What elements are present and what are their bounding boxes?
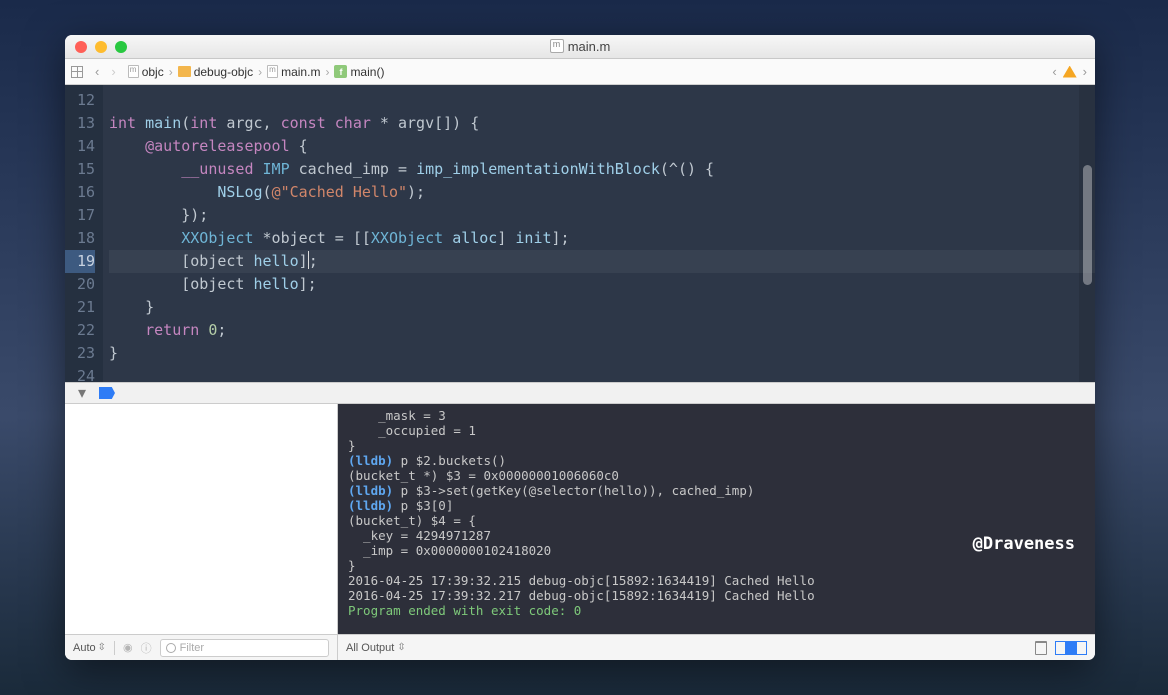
function-icon: f <box>334 65 347 78</box>
auto-selector[interactable]: Auto⇳ <box>73 642 106 654</box>
variables-filter-input[interactable]: Filter <box>160 639 329 657</box>
close-button[interactable] <box>75 41 87 53</box>
traffic-lights <box>75 41 127 53</box>
search-icon <box>166 643 176 653</box>
editor-scrollbar[interactable] <box>1079 85 1095 382</box>
file-icon <box>267 65 278 78</box>
right-pane-button[interactable] <box>1071 641 1087 655</box>
titlebar: main.m <box>65 35 1095 59</box>
warning-icon[interactable] <box>1063 66 1077 78</box>
zoom-button[interactable] <box>115 41 127 53</box>
breakpoints-button[interactable] <box>99 387 115 399</box>
hide-debug-button[interactable]: ▾ <box>75 386 89 400</box>
pane-toggle <box>1055 641 1087 655</box>
window-title: main.m <box>65 39 1095 54</box>
project-icon <box>128 65 139 78</box>
nav-back-button[interactable]: ‹ <box>89 64 105 79</box>
file-icon <box>550 39 564 53</box>
minimize-button[interactable] <box>95 41 107 53</box>
left-pane-button[interactable] <box>1055 641 1071 655</box>
code-editor[interactable]: 12131415161718192021222324 int main(int … <box>65 85 1095 382</box>
breadcrumb[interactable]: objc › debug-objc › main.m › fmain() <box>122 65 391 79</box>
eye-icon[interactable]: ◉ <box>123 641 133 654</box>
watermark: @Draveness <box>973 534 1075 554</box>
code-area[interactable]: int main(int argc, const char * argv[]) … <box>103 85 1095 382</box>
scrollbar-thumb[interactable] <box>1083 165 1092 285</box>
xcode-window: main.m ‹ › objc › debug-objc › main.m › … <box>65 35 1095 660</box>
line-gutter[interactable]: 12131415161718192021222324 <box>65 85 103 382</box>
jump-bar: ‹ › objc › debug-objc › main.m › fmain()… <box>65 59 1095 85</box>
variables-pane[interactable] <box>65 404 338 634</box>
info-icon[interactable]: ⓘ <box>141 640 152 656</box>
next-issue-button[interactable]: › <box>1083 64 1087 79</box>
output-selector[interactable]: All Output⇳ <box>346 642 406 654</box>
console-pane[interactable]: @Draveness _mask = 3 _occupied = 1}(lldb… <box>338 404 1095 634</box>
related-items-button[interactable] <box>65 66 89 78</box>
debug-area: @Draveness _mask = 3 _occupied = 1}(lldb… <box>65 404 1095 634</box>
nav-forward-button[interactable]: › <box>105 64 121 79</box>
prev-issue-button[interactable]: ‹ <box>1052 64 1056 79</box>
clear-console-button[interactable] <box>1035 641 1047 655</box>
folder-icon <box>178 66 191 77</box>
bottom-bar: Auto⇳ ◉ ⓘ Filter All Output⇳ <box>65 634 1095 660</box>
